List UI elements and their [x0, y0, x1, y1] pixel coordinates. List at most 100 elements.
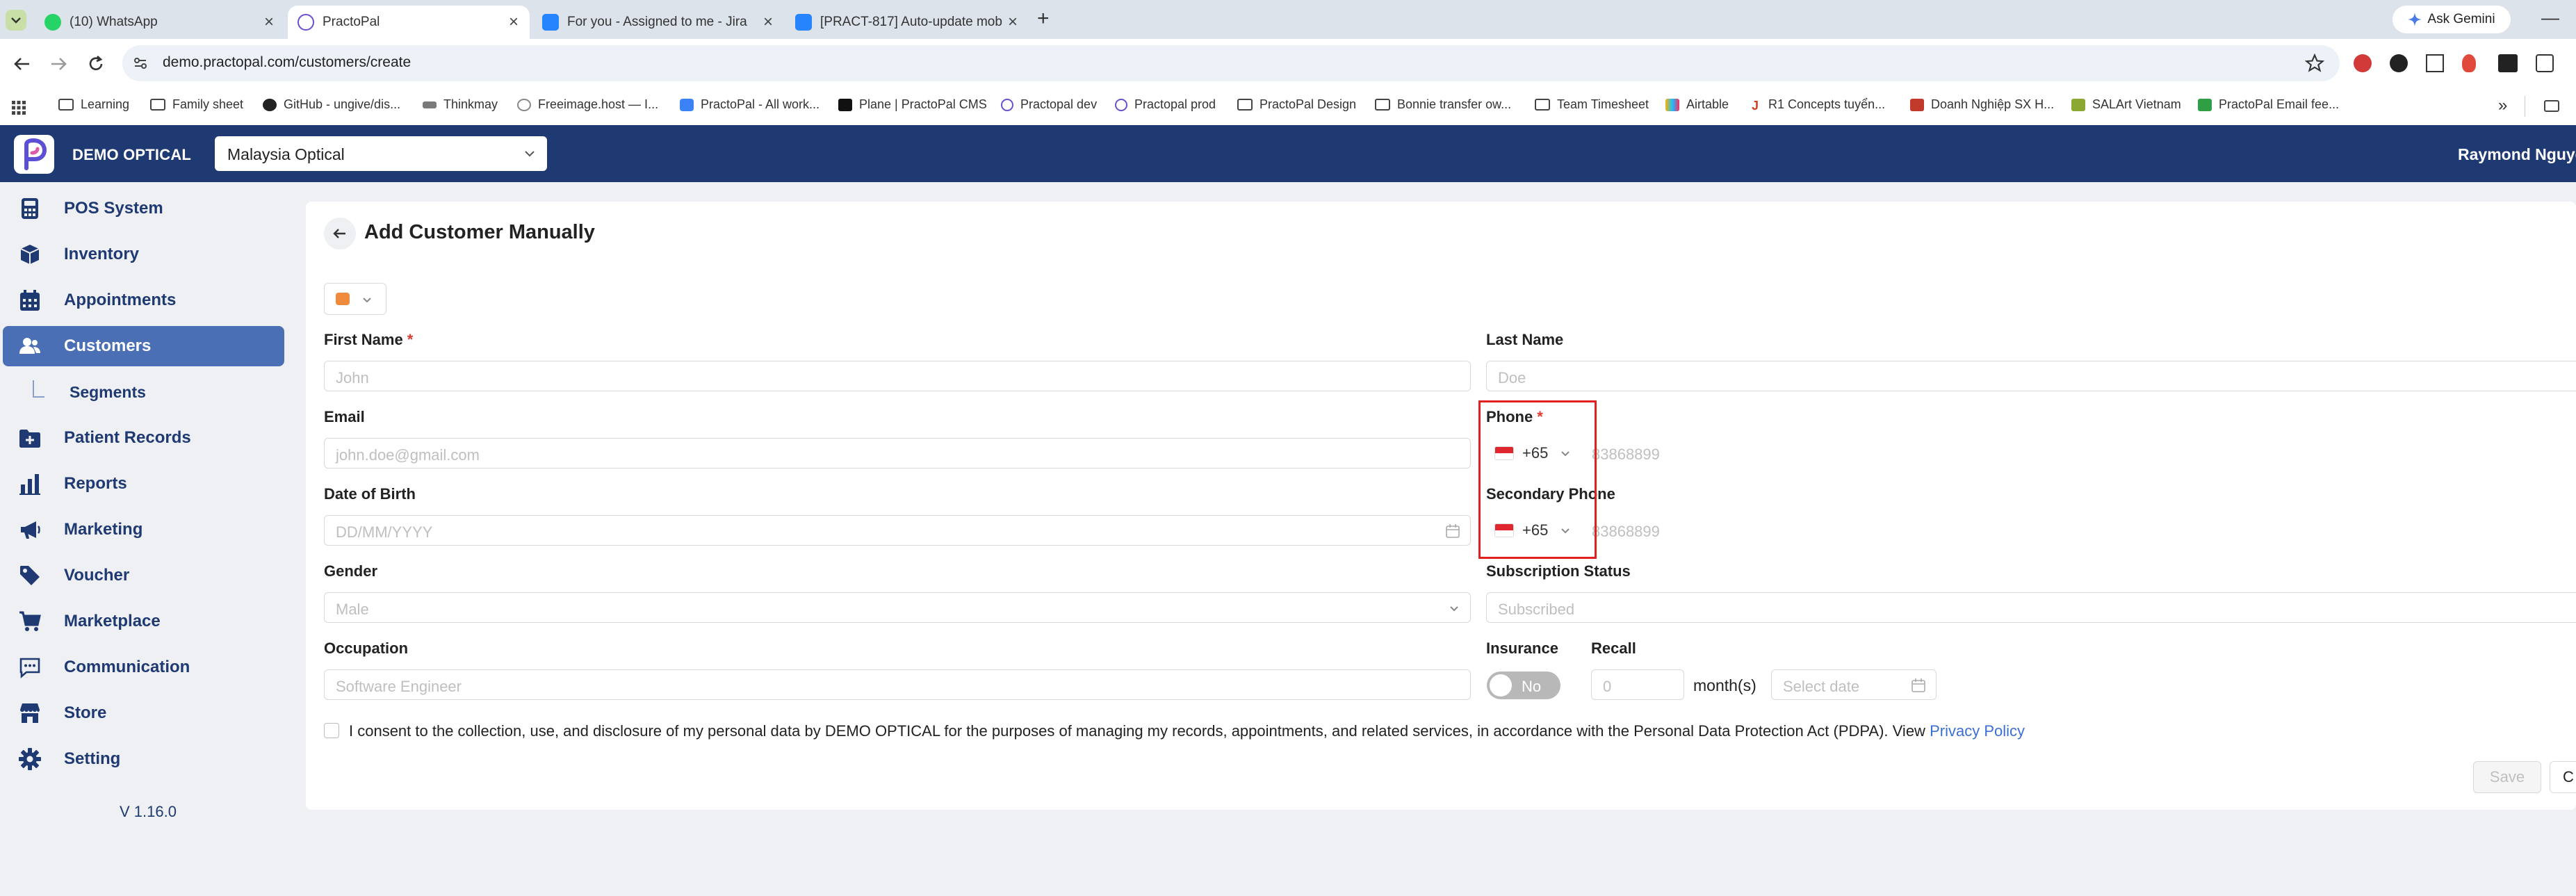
bookmark-item[interactable]: PractoPal Design — [1237, 97, 1356, 112]
sidebar-item-inventory[interactable]: Inventory — [3, 234, 284, 275]
secondary-phone-input[interactable]: 83868899 — [1592, 515, 2565, 546]
consent-checkbox[interactable] — [324, 723, 339, 738]
practopal-logo[interactable] — [14, 135, 54, 174]
chevron-down-icon — [11, 17, 21, 24]
close-tab-icon[interactable]: × — [264, 13, 274, 32]
bookmark-item[interactable]: Family sheet — [150, 97, 243, 112]
bookmark-item[interactable]: Freeimage.host — I... — [517, 97, 658, 112]
bookmark-item[interactable]: Bonnie transfer ow... — [1375, 97, 1511, 112]
bookmark-item[interactable]: Practopal dev — [1001, 97, 1097, 112]
sidebar-item-customers[interactable]: Customers — [3, 326, 284, 366]
subscription-status-select[interactable]: Subscribed — [1486, 592, 2576, 623]
tab-jira[interactable]: For you - Assigned to me - Jira × — [532, 6, 784, 39]
bookmark-item[interactable]: Thinkmay — [423, 97, 498, 112]
tag-color-select[interactable] — [324, 283, 386, 315]
close-tab-icon[interactable]: × — [1008, 13, 1018, 32]
users-icon — [19, 338, 40, 354]
sidebar-item-pos-system[interactable]: POS System — [3, 188, 284, 229]
bookmark-item[interactable]: J R1 Concepts tuyển... — [1752, 97, 1885, 113]
minimize-window-button[interactable]: — — [2541, 7, 2559, 28]
gender-select[interactable]: Male — [324, 592, 1471, 623]
store-icon — [20, 703, 40, 723]
tab-practopal[interactable]: PractoPal × — [288, 6, 530, 39]
extensions-puzzle-icon[interactable] — [2536, 54, 2554, 72]
all-bookmarks-folder-icon[interactable] — [2544, 100, 2559, 112]
cancel-button[interactable]: C — [2550, 761, 2576, 793]
bookmark-item[interactable]: Practopal prod — [1115, 97, 1216, 112]
address-bar[interactable]: demo.practopal.com/customers/create — [122, 45, 2340, 81]
github-icon — [263, 98, 277, 111]
first-name-input[interactable]: John — [324, 361, 1471, 391]
bookmark-item[interactable]: Plane | PractoPal CMS — [838, 97, 987, 112]
bookmark-star-icon[interactable] — [2305, 54, 2324, 73]
email-label: Email — [324, 408, 365, 425]
recall-date-picker[interactable]: Select date — [1771, 669, 1937, 700]
last-name-input[interactable]: Doe — [1486, 361, 2576, 391]
sidebar-item-reports[interactable]: Reports — [3, 464, 284, 504]
bookmark-item[interactable]: SALArt Vietnam — [2071, 97, 2181, 112]
screenshot-extension-icon[interactable] — [2426, 54, 2444, 72]
chevron-down-icon — [1450, 606, 1458, 612]
dob-label: Date of Birth — [324, 485, 416, 503]
more-bookmarks-chevron-icon[interactable]: » — [2498, 96, 2507, 115]
sidebar-item-marketplace[interactable]: Marketplace — [3, 601, 284, 642]
tree-branch-icon — [33, 380, 44, 398]
back-button[interactable] — [324, 218, 356, 250]
new-tab-button[interactable]: + — [1037, 7, 1050, 31]
recall-label: Recall — [1591, 640, 1636, 657]
extension-check-icon[interactable] — [2390, 54, 2408, 72]
bookmark-item[interactable]: Team Timesheet — [1535, 97, 1649, 112]
sidebar-item-communication[interactable]: Communication — [3, 647, 284, 687]
store-select[interactable]: Malaysia Optical — [215, 136, 547, 171]
sidebar-item-store[interactable]: Store — [3, 693, 284, 733]
back-arrow-icon[interactable] — [13, 54, 32, 74]
extension-id-icon[interactable] — [2498, 54, 2518, 72]
highlight-box — [1478, 400, 1597, 559]
insurance-toggle[interactable]: No — [1487, 671, 1560, 699]
tag-icon — [20, 566, 40, 585]
close-tab-icon[interactable]: × — [509, 13, 519, 32]
recall-months-input[interactable]: 0 — [1591, 669, 1684, 700]
sidebar-item-setting[interactable]: Setting — [3, 739, 284, 779]
sidebar-item-patient-records[interactable]: Patient Records — [3, 418, 284, 458]
bar-chart-icon — [19, 474, 40, 495]
forward-arrow-icon[interactable] — [49, 54, 68, 74]
tab-pract-817[interactable]: [PRACT-817] Auto-update mob × — [785, 6, 1029, 39]
bookmark-item[interactable]: PractoPal Email fee... — [2198, 97, 2339, 112]
first-name-label: First Name * — [324, 331, 414, 348]
close-tab-icon[interactable]: × — [763, 13, 773, 32]
bookmark-item[interactable]: PractoPal - All work... — [680, 97, 820, 112]
bookmark-item[interactable]: Doanh Nghiệp SX H... — [1910, 97, 2054, 112]
bookmark-item[interactable]: GitHub - ungive/dis... — [263, 97, 400, 112]
last-name-label: Last Name — [1486, 331, 1564, 348]
app-version: V 1.16.0 — [120, 803, 177, 820]
bookmark-item[interactable]: Learning — [58, 97, 129, 112]
sidebar-item-segments[interactable]: Segments — [3, 372, 284, 412]
save-button[interactable]: Save — [2473, 761, 2541, 793]
insurance-label: Insurance — [1486, 640, 1558, 657]
occupation-input[interactable]: Software Engineer — [324, 669, 1471, 700]
site-info-icon[interactable] — [132, 55, 149, 72]
sidebar-item-label: Marketing — [64, 520, 143, 539]
tab-list-button[interactable] — [6, 10, 26, 31]
privacy-policy-link[interactable]: Privacy Policy — [1930, 722, 2025, 740]
whatsapp-icon — [44, 14, 61, 31]
sidebar-item-appointments[interactable]: Appointments — [3, 280, 284, 320]
sidebar-item-label: Patient Records — [64, 428, 191, 447]
extension-pocket-icon[interactable] — [2462, 54, 2476, 72]
ask-gemini-button[interactable]: Ask Gemini — [2392, 6, 2511, 33]
insurance-toggle-text: No — [1522, 678, 1542, 695]
reload-icon[interactable] — [86, 54, 106, 74]
apps-grid-icon[interactable] — [11, 100, 26, 115]
email-input[interactable]: john.doe@gmail.com — [324, 438, 1471, 469]
extension-red-icon[interactable] — [2354, 54, 2372, 72]
sidebar-item-label: Communication — [64, 658, 190, 676]
sidebar-item-voucher[interactable]: Voucher — [3, 555, 284, 596]
dob-input[interactable]: DD/MM/YYYY — [324, 515, 1471, 546]
sidebar-item-marketing[interactable]: Marketing — [3, 510, 284, 550]
tab-whatsapp[interactable]: (10) WhatsApp × — [35, 6, 285, 39]
bookmark-item[interactable]: Airtable — [1665, 97, 1729, 112]
sidebar-item-label: Setting — [64, 749, 121, 768]
phone-input[interactable]: 83868899 — [1592, 438, 2565, 469]
user-name[interactable]: Raymond Nguyen — [2458, 145, 2576, 164]
